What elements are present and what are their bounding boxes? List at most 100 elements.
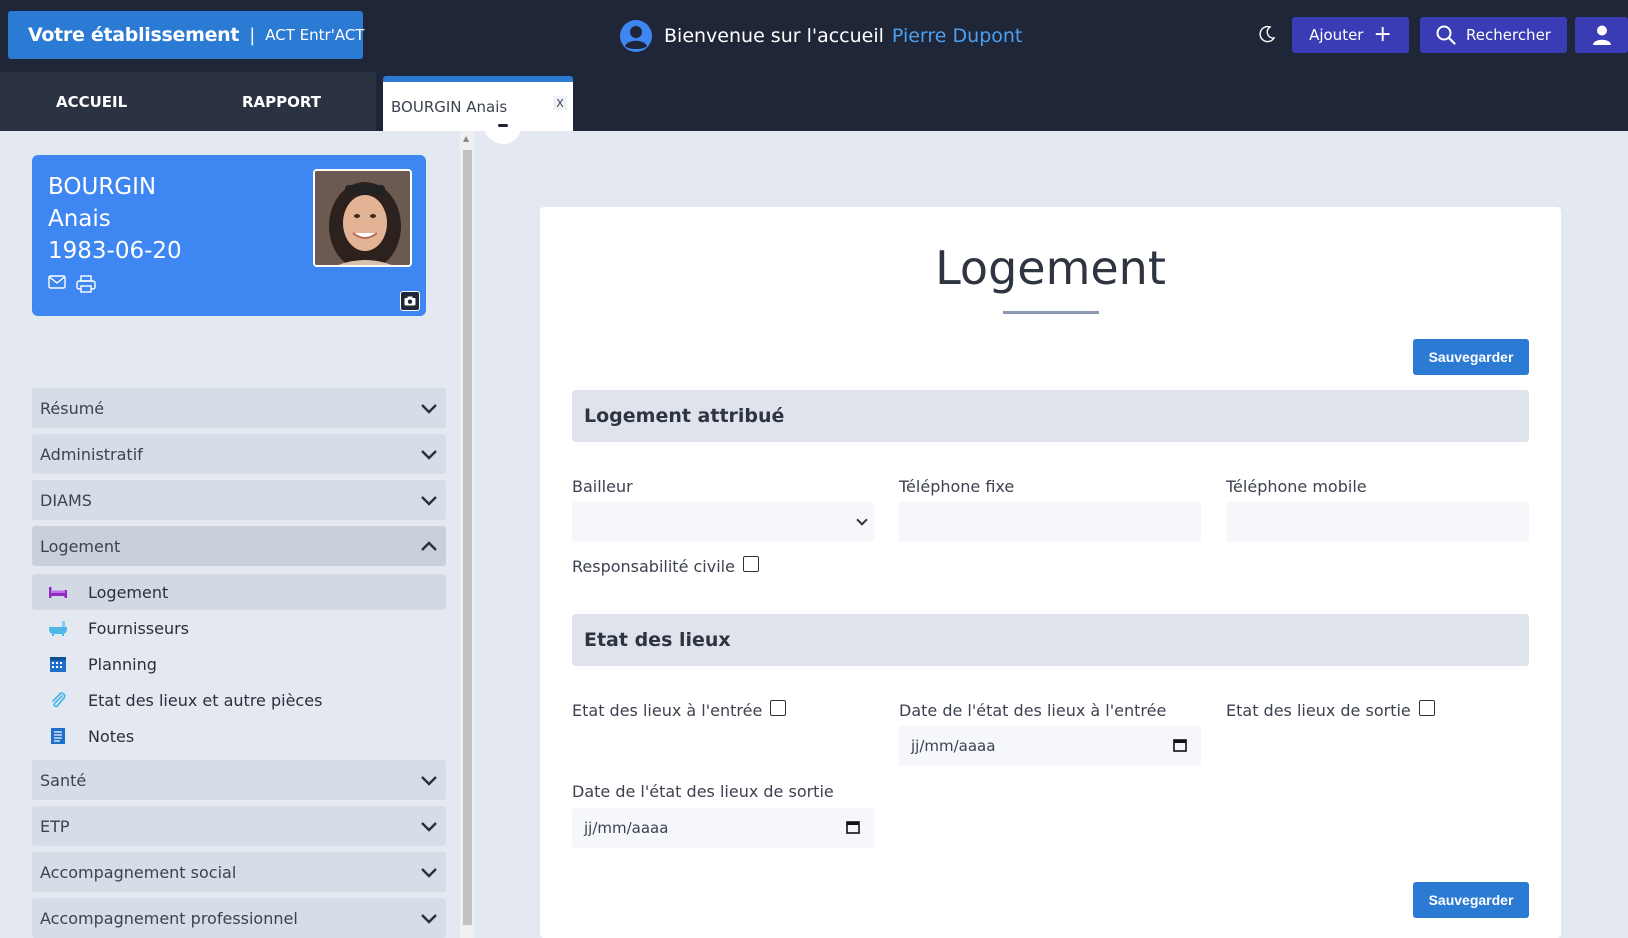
entry-date-input[interactable]: jj/mm/aaaa (899, 726, 1201, 766)
brand-name: Votre établissement (28, 24, 240, 46)
title-underline (1003, 311, 1099, 314)
top-bar: Votre établissement | ACT Entr'ACT Bienv… (0, 0, 1628, 72)
sidebar-item-logement[interactable]: Logement (32, 574, 446, 610)
patient-last-name: BOURGIN (48, 174, 157, 200)
patient-photo (313, 169, 412, 267)
bailleur-select[interactable] (572, 502, 874, 542)
chevron-up-icon (421, 541, 437, 551)
paperclip-icon (48, 691, 68, 709)
chevron-down-icon (421, 496, 437, 506)
sidebar-scroll-thumb[interactable] (463, 150, 472, 925)
chevron-down-icon (421, 776, 437, 786)
civil-liability-checkbox[interactable] (742, 555, 759, 572)
phone-mobile-input[interactable] (1226, 502, 1529, 542)
tab-report[interactable]: RAPPORT (188, 72, 376, 131)
scroll-up-arrow[interactable]: ▲ (463, 134, 469, 143)
printer-icon[interactable] (76, 275, 96, 293)
calendar-picker-icon[interactable] (1173, 738, 1187, 752)
accordion-logement[interactable]: Logement (32, 526, 446, 566)
user-circle-icon (620, 20, 652, 52)
dark-mode-moon-icon[interactable] (1257, 24, 1277, 44)
chevron-down-icon (421, 822, 437, 832)
sidebar-item-label: Logement (88, 582, 169, 602)
phone-fixed-label: Téléphone fixe (899, 477, 1015, 496)
civil-liability-label: Responsabilité civile (572, 557, 735, 576)
accordion-resume[interactable]: Résumé (32, 388, 446, 428)
accordion-etp[interactable]: ETP (32, 806, 446, 846)
sidebar-item-label: Fournisseurs (88, 618, 190, 638)
chevron-down-icon (421, 404, 437, 414)
entry-inventory-label: Etat des lieux à l'entrée (572, 701, 763, 720)
tab-patient-label: BOURGIN Anais (391, 97, 508, 116)
accordion-label: Santé (40, 770, 87, 790)
bed-icon (48, 583, 68, 601)
exit-date-input[interactable]: jj/mm/aaaa (572, 808, 874, 848)
welcome-text: Bienvenue sur l'accueil (664, 25, 884, 47)
exit-inventory-checkbox[interactable] (1418, 699, 1435, 716)
patient-card: BOURGIN Anais 1983-06-20 (32, 155, 426, 316)
brand-button[interactable]: Votre établissement | ACT Entr'ACT (8, 11, 365, 59)
welcome-banner: Bienvenue sur l'accueil Pierre Dupont (620, 20, 1022, 52)
phone-fixed-input[interactable] (899, 502, 1201, 542)
sidebar-toggle-button[interactable] (484, 118, 522, 144)
accordion-sante[interactable]: Santé (32, 760, 446, 800)
entry-inventory-checkbox[interactable] (770, 699, 787, 716)
tab-close-button[interactable]: X (553, 96, 567, 110)
camera-button[interactable] (400, 291, 420, 311)
page-title: Logement (935, 241, 1166, 295)
search-icon (1436, 25, 1456, 45)
user-menu-button[interactable] (1575, 17, 1628, 53)
card-actions (48, 275, 96, 293)
brand-separator: | (249, 24, 256, 46)
search-button-label: Rechercher (1466, 26, 1551, 44)
civil-liability-row: Responsabilité civile (572, 555, 759, 576)
sidebar-item-planning[interactable]: Planning (48, 646, 446, 682)
chevron-down-icon (421, 868, 437, 878)
entry-date-placeholder: jj/mm/aaaa (911, 737, 996, 755)
brand-subtitle: ACT Entr'ACT (265, 26, 365, 44)
accordion-administratif[interactable]: Administratif (32, 434, 446, 474)
user-name[interactable]: Pierre Dupont (892, 25, 1022, 47)
bathtub-icon (48, 619, 68, 637)
accordion-accompagnement-social[interactable]: Accompagnement social (32, 852, 446, 892)
add-button-label: Ajouter (1309, 26, 1364, 44)
patient-birth-date: 1983-06-20 (48, 238, 182, 264)
patient-first-name: Anais (48, 206, 111, 232)
accordion-accompagnement-professionnel[interactable]: Accompagnement professionnel (32, 898, 446, 938)
sidebar-item-notes[interactable]: Notes (48, 718, 446, 754)
accordion-label: Administratif (40, 444, 143, 464)
calendar-icon (48, 655, 68, 673)
sidebar-item-label: Notes (88, 726, 135, 746)
exit-date-placeholder: jj/mm/aaaa (584, 819, 669, 837)
sidebar-item-label: Etat des lieux et autre pièces (88, 690, 323, 710)
patient-identity: BOURGIN Anais 1983-06-20 (48, 171, 182, 267)
housing-form-panel: Logement Sauvegarder Logement attribué B… (540, 207, 1561, 938)
tab-bar: ACCUEIL RAPPORT BOURGIN Anais X (0, 72, 1628, 131)
search-button[interactable]: Rechercher (1420, 17, 1567, 53)
entry-date-label: Date de l'état des lieux à l'entrée (899, 701, 1167, 720)
phone-mobile-label: Téléphone mobile (1226, 477, 1367, 496)
chevron-down-icon (421, 914, 437, 924)
tab-home[interactable]: ACCUEIL (0, 72, 188, 131)
accordion-label: DIAMS (40, 490, 92, 510)
add-button[interactable]: Ajouter + (1292, 17, 1409, 53)
tab-patient[interactable]: BOURGIN Anais X (383, 76, 573, 131)
save-button-bottom[interactable]: Sauvegarder (1413, 882, 1529, 918)
sidebar-item-label: Planning (88, 654, 157, 674)
accordion-label: Accompagnement professionnel (40, 908, 298, 928)
plus-icon: + (1373, 22, 1392, 47)
accordion-label: Résumé (40, 398, 105, 418)
accordion-label: ETP (40, 816, 70, 836)
save-button-top[interactable]: Sauvegarder (1413, 339, 1529, 375)
notes-icon (48, 727, 68, 745)
sidebar-item-etat-des-lieux[interactable]: Etat des lieux et autre pièces (48, 682, 446, 718)
portrait-image (315, 171, 410, 265)
calendar-picker-icon[interactable] (846, 820, 860, 834)
accordion-label: Logement (40, 536, 121, 556)
exit-inventory-label: Etat des lieux de sortie (1226, 701, 1411, 720)
accordion-diams[interactable]: DIAMS (32, 480, 446, 520)
envelope-icon[interactable] (48, 275, 66, 289)
section-header-housing: Logement attribué (572, 390, 1529, 442)
exit-date-label: Date de l'état des lieux de sortie (572, 782, 834, 801)
sidebar-item-fournisseurs[interactable]: Fournisseurs (48, 610, 446, 646)
